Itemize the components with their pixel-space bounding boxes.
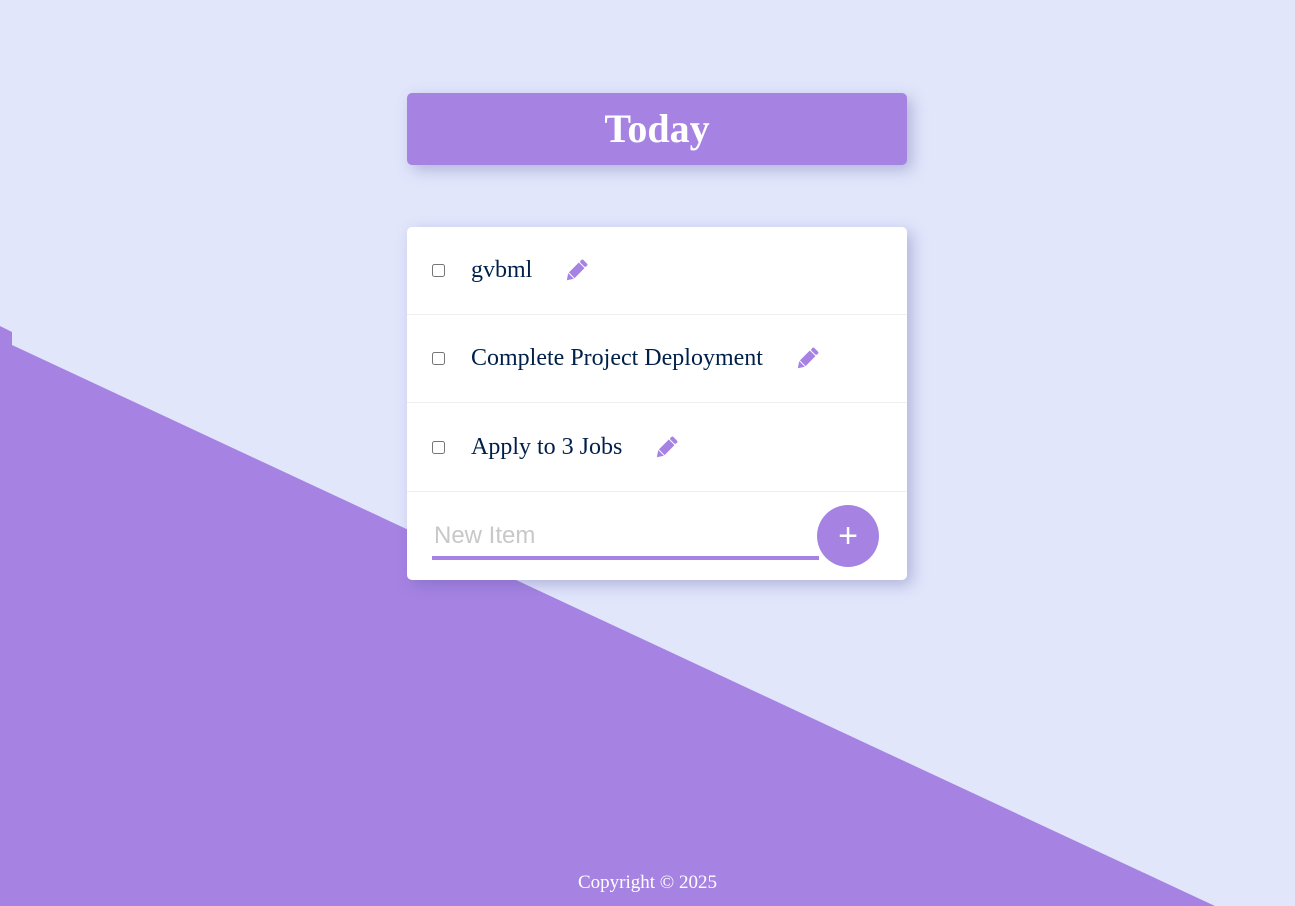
item-label: Apply to 3 Jobs — [471, 434, 623, 460]
list-item: gvbml — [407, 227, 907, 315]
item-checkbox[interactable] — [432, 352, 445, 365]
edit-item-button[interactable] — [652, 434, 680, 462]
list-item: Complete Project Deployment — [407, 315, 907, 403]
pencil-icon — [657, 436, 678, 457]
new-item-input[interactable] — [432, 516, 819, 560]
heading-box: Today — [407, 93, 907, 165]
new-item-form: + — [407, 493, 907, 580]
footer: Copyright © 2025 — [0, 872, 1295, 894]
item-label: gvbml — [471, 257, 533, 283]
item-checkbox[interactable] — [432, 264, 445, 277]
edit-item-button[interactable] — [562, 257, 590, 285]
item-label: Complete Project Deployment — [471, 345, 763, 371]
pencil-icon — [567, 259, 588, 280]
page-title: Today — [604, 106, 710, 151]
add-item-button[interactable]: + — [817, 505, 879, 567]
plus-icon: + — [838, 517, 858, 555]
todo-list-card: gvbml Complete Project Deployment Apply … — [407, 227, 907, 580]
copyright-text: Copyright © 2025 — [578, 872, 717, 893]
edit-item-button[interactable] — [793, 345, 821, 373]
list-item: Apply to 3 Jobs — [407, 404, 907, 492]
item-checkbox[interactable] — [432, 441, 445, 454]
pencil-icon — [797, 347, 819, 368]
